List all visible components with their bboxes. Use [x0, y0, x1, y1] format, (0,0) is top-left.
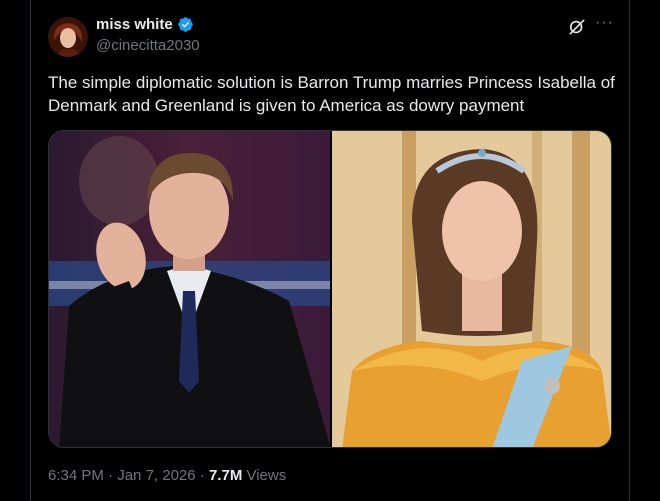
post-time[interactable]: 6:34 PM	[48, 467, 104, 484]
author-handle[interactable]: @cinecitta2030	[96, 37, 200, 54]
media-grid[interactable]	[48, 130, 612, 448]
post-date[interactable]: Jan 7, 2026	[117, 467, 195, 484]
photo-right[interactable]	[332, 131, 611, 447]
post-text: The simple diplomatic solution is Barron…	[48, 73, 615, 115]
photo-left[interactable]	[49, 131, 332, 447]
author-row: miss white	[96, 16, 194, 33]
grok-icon[interactable]	[567, 17, 587, 37]
views-label: Views	[242, 467, 287, 484]
post-meta: 6:34 PM · Jan 7, 2026 · 7.7M Views	[48, 467, 286, 484]
man-photo-image	[49, 131, 330, 447]
verified-badge-icon[interactable]	[177, 16, 194, 33]
avatar-image	[48, 17, 88, 57]
author-name[interactable]: miss white	[96, 16, 173, 33]
woman-photo-image	[332, 131, 611, 447]
meta-separator-2: ·	[195, 467, 209, 484]
meta-separator: ·	[103, 467, 118, 484]
avatar[interactable]	[48, 17, 88, 57]
more-icon[interactable]: ···	[595, 14, 614, 32]
views-count[interactable]: 7.7M	[209, 467, 242, 484]
